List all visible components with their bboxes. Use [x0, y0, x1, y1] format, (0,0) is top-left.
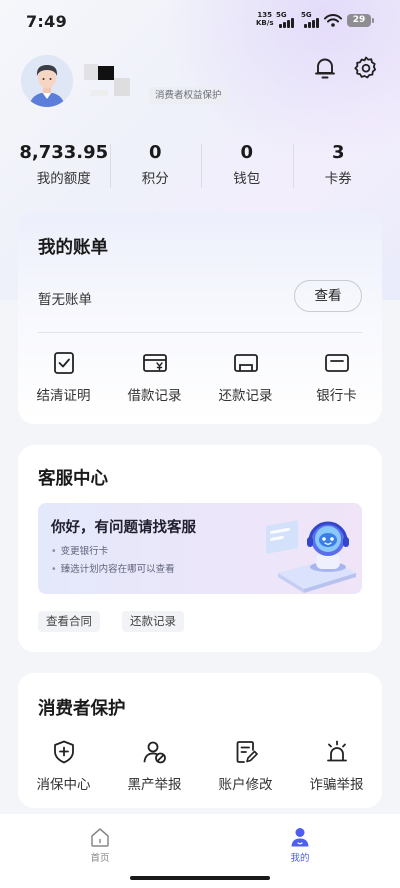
shield-plus-icon: [53, 740, 74, 764]
status-bar: 7:49 135 KB/s 5G 5G 29: [0, 0, 400, 40]
action-loan-records[interactable]: 借款记录: [109, 350, 200, 404]
avatar-illustration: [21, 55, 73, 107]
action-settlement-certificate[interactable]: 结清证明: [18, 350, 109, 404]
action-bank-card[interactable]: 银行卡: [291, 350, 382, 404]
tab-home[interactable]: 首页: [70, 826, 130, 864]
divider: [38, 332, 362, 333]
customer-service-title: 客服中心: [38, 469, 108, 489]
user-block-icon: [143, 741, 166, 764]
consumer-protection-card: 消费者保护 消保中心 黑产举报 账户修改 诈骗举报: [18, 673, 382, 808]
cellular-signal-icon: 5G: [301, 11, 321, 28]
view-bill-button[interactable]: 查看: [294, 280, 362, 312]
bill-card-title: 我的账单: [38, 238, 108, 258]
bell-icon[interactable]: [312, 55, 338, 81]
no-bill-text: 暂无账单: [38, 292, 92, 308]
banner-headline: 你好，有问题请找客服: [51, 520, 196, 536]
customer-service-shortcuts: 查看合同 还款记录: [38, 611, 184, 632]
banner-faq-item[interactable]: 臻选计划内容在哪可以查看: [51, 561, 175, 575]
stat-credit-limit[interactable]: 8,733.95 我的额度: [18, 138, 110, 198]
home-indicator[interactable]: [130, 876, 270, 880]
tab-mine[interactable]: 我的: [270, 826, 330, 864]
consumer-protection-actions: 消保中心 黑产举报 账户修改 诈骗举报: [18, 739, 382, 793]
checked-document-icon: [53, 352, 74, 374]
stat-points[interactable]: 0 积分: [109, 138, 202, 198]
stat-coupons[interactable]: 3 卡券: [292, 138, 385, 198]
customer-service-card: 客服中心 你好，有问题请找客服 变更银行卡 臻选计划内容在哪可以查看 查看合同 …: [18, 445, 382, 652]
consumer-protection-badge[interactable]: 消费者权益保护: [149, 87, 228, 104]
avatar[interactable]: [21, 55, 73, 107]
bill-card: 我的账单 暂无账单 查看 结清证明 借款记录 还款记录 银行卡: [18, 212, 382, 424]
yuan-card-icon: [142, 354, 167, 372]
action-report-black-market[interactable]: 黑产举报: [109, 739, 200, 793]
network-speed: 135 KB/s: [256, 11, 274, 27]
user-icon: [291, 828, 309, 847]
account-stats: 8,733.95 我的额度 0 积分 0 钱包 3 卡券: [18, 138, 384, 198]
gear-icon[interactable]: [353, 55, 379, 81]
battery-icon: 29: [347, 14, 374, 27]
stat-wallet[interactable]: 0 钱包: [201, 138, 293, 198]
customer-service-robot-illustration: [266, 520, 356, 593]
home-icon: [91, 828, 109, 847]
repay-card-icon: [233, 354, 258, 372]
banner-faq-item[interactable]: 变更银行卡: [51, 543, 109, 557]
chip-view-contract[interactable]: 查看合同: [38, 611, 100, 632]
consumer-protection-title: 消费者保护: [38, 699, 126, 719]
chip-repayment-records[interactable]: 还款记录: [122, 611, 184, 632]
wifi-icon: [324, 14, 342, 27]
bank-card-icon: [324, 354, 349, 372]
status-time: 7:49: [26, 12, 67, 31]
customer-service-banner[interactable]: 你好，有问题请找客服 变更银行卡 臻选计划内容在哪可以查看: [38, 503, 362, 594]
cellular-signal-icon: 5G: [276, 11, 296, 28]
username-obscured: [84, 64, 130, 96]
bill-actions: 结清证明 借款记录 还款记录 银行卡: [18, 350, 382, 404]
action-account-modification[interactable]: 账户修改: [200, 739, 291, 793]
edit-document-icon: [236, 741, 258, 763]
action-protection-center[interactable]: 消保中心: [18, 739, 109, 793]
action-report-fraud[interactable]: 诈骗举报: [291, 739, 382, 793]
action-repayment-records[interactable]: 还款记录: [200, 350, 291, 404]
alarm-icon: [326, 740, 347, 762]
